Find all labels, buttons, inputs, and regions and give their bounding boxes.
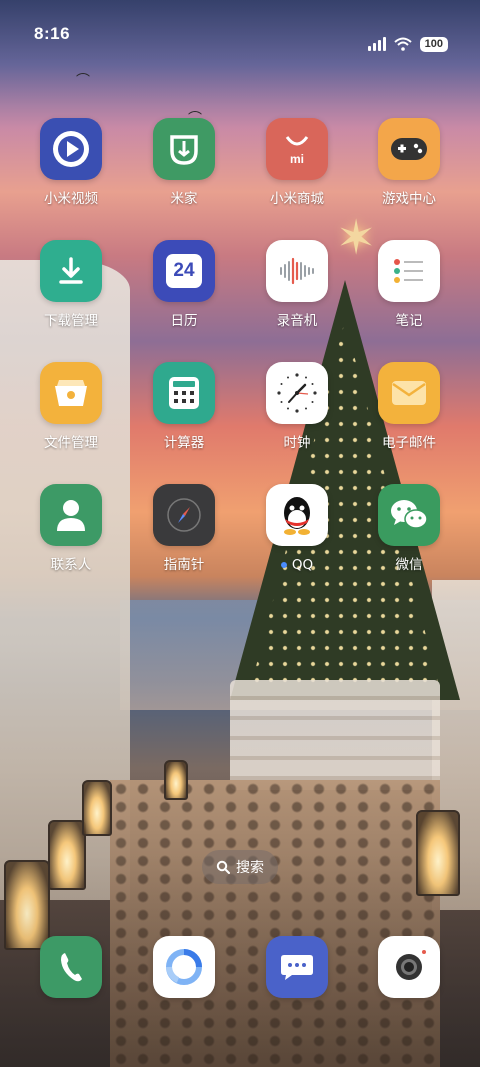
app-label: 文件管理 <box>44 435 98 451</box>
app-label: 微信 <box>395 557 423 573</box>
search-label: 搜索 <box>236 860 264 876</box>
download-icon <box>40 240 102 302</box>
app-label: 联系人 <box>50 557 92 573</box>
mijia-icon <box>153 118 215 180</box>
envelope-icon <box>378 362 440 424</box>
app-label: 米家 <box>170 191 198 207</box>
app-label: 计算器 <box>163 435 205 451</box>
messages-icon <box>266 936 328 998</box>
app-label: QQ <box>247 556 347 574</box>
search-icon <box>216 860 230 874</box>
app-download-manager[interactable]: 下载管理 <box>21 240 121 330</box>
svg-text:mi: mi <box>290 152 304 166</box>
status-indicators: 100 <box>367 24 448 64</box>
calculator-icon <box>153 362 215 424</box>
phone-icon <box>40 936 102 998</box>
app-calculator[interactable]: 计算器 <box>134 362 234 452</box>
wechat-icon <box>378 484 440 546</box>
clock-icon <box>266 362 328 424</box>
gamepad-icon <box>378 118 440 180</box>
app-calendar[interactable]: 24 日历 <box>134 240 234 330</box>
calendar-icon: 24 <box>153 240 215 302</box>
camera-icon <box>378 936 440 998</box>
dock-messages[interactable] <box>247 936 347 998</box>
app-compass[interactable]: 指南针 <box>134 484 234 574</box>
app-game-center[interactable]: 游戏中心 <box>359 118 459 208</box>
battery-level: 100 <box>419 36 448 52</box>
compass-icon <box>153 484 215 546</box>
app-contacts[interactable]: 联系人 <box>21 484 121 574</box>
wifi-icon <box>393 37 412 51</box>
app-mijia[interactable]: 米家 <box>134 118 234 208</box>
cellular-signal-icon <box>367 37 386 51</box>
dock-camera[interactable] <box>359 936 459 998</box>
contact-person-icon <box>40 484 102 546</box>
app-xiaomi-video[interactable]: 小米视频 <box>21 118 121 208</box>
shopping-bag-icon: mi <box>266 118 328 180</box>
qq-penguin-icon <box>266 484 328 546</box>
play-video-icon <box>40 118 102 180</box>
browser-ring-icon <box>153 936 215 998</box>
dock-phone[interactable] <box>21 936 121 998</box>
waveform-icon <box>266 240 328 302</box>
app-notes[interactable]: 笔记 <box>359 240 459 330</box>
search-button[interactable]: 搜索 <box>202 850 278 884</box>
app-label: 小米商城 <box>270 191 324 207</box>
app-clock[interactable]: 时钟 <box>247 362 347 452</box>
notes-list-icon <box>378 240 440 302</box>
app-label: 游戏中心 <box>382 191 436 207</box>
app-label: 日历 <box>170 313 198 329</box>
app-qq[interactable]: QQ <box>247 484 347 574</box>
app-label-text: QQ <box>291 557 314 573</box>
app-wechat[interactable]: 微信 <box>359 484 459 574</box>
app-xiaomi-store[interactable]: mi 小米商城 <box>247 118 347 208</box>
app-label: 笔记 <box>395 313 423 329</box>
status-bar: 8:16 100 <box>0 0 480 64</box>
dock-browser[interactable] <box>134 936 234 998</box>
app-recorder[interactable]: 录音机 <box>247 240 347 330</box>
app-file-manager[interactable]: 文件管理 <box>21 362 121 452</box>
app-label: 录音机 <box>276 313 318 329</box>
status-time: 8:16 <box>34 24 71 43</box>
app-label: 指南针 <box>163 557 205 573</box>
app-email[interactable]: 电子邮件 <box>359 362 459 452</box>
folder-icon <box>40 362 102 424</box>
app-label: 时钟 <box>283 435 311 451</box>
app-label: 小米视频 <box>44 191 98 207</box>
new-badge-dot <box>280 562 287 568</box>
calendar-day: 24 <box>173 260 195 281</box>
app-label: 下载管理 <box>44 313 98 329</box>
app-label: 电子邮件 <box>382 435 436 451</box>
